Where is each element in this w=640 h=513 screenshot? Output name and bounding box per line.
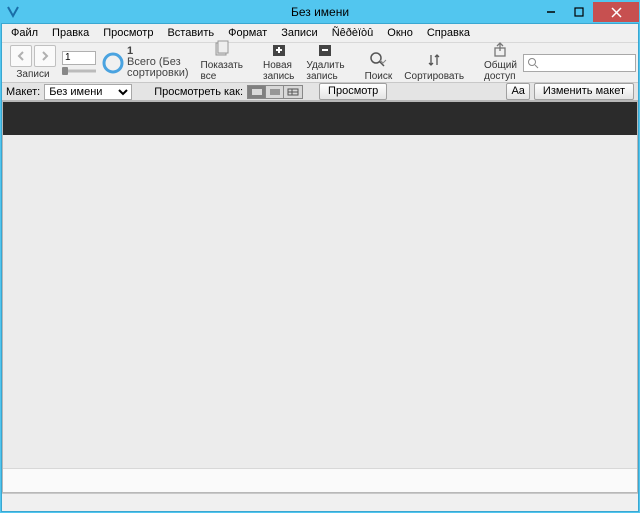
sort-icon	[425, 51, 443, 69]
view-form-button[interactable]	[248, 86, 266, 98]
menu-window[interactable]: Окно	[380, 25, 420, 41]
layout-bar: Макет: Без имени Просмотреть как: Просмо…	[2, 83, 638, 101]
prev-record-button[interactable]	[10, 45, 32, 67]
record-nav: Записи	[6, 45, 60, 80]
records-label: Записи	[16, 69, 49, 80]
show-all-button[interactable]: Показать все	[195, 44, 250, 82]
toolbar: Записи 1 Всего (Без сортировки) Показать…	[2, 43, 638, 83]
records-summary-text: 1 Всего (Без сортировки)	[124, 46, 189, 79]
status-bar	[2, 493, 638, 511]
view-table-button[interactable]	[284, 86, 302, 98]
share-label: Общий доступ	[484, 60, 517, 82]
sort-button[interactable]: Сортировать	[398, 44, 470, 82]
layout-footer-band	[3, 468, 637, 492]
search-box[interactable]	[523, 54, 636, 72]
record-index-group	[60, 51, 96, 75]
minus-icon	[316, 42, 334, 58]
layout-select[interactable]: Без имени	[44, 84, 132, 100]
find-button[interactable]: Поиск	[359, 44, 399, 82]
new-record-label: Новая запись	[263, 60, 294, 82]
menu-scripts[interactable]: Ñêðèïòû	[325, 25, 381, 41]
share-icon	[491, 42, 509, 58]
sort-label: Сортировать	[404, 71, 464, 82]
stack-icon	[213, 40, 231, 58]
layout-header-band	[3, 102, 637, 135]
layout-body	[3, 135, 637, 468]
record-slider[interactable]	[62, 67, 96, 75]
menu-edit[interactable]: Правка	[45, 25, 96, 41]
pie-icon	[102, 52, 124, 74]
title-bar: Без имени	[1, 1, 639, 23]
view-list-button[interactable]	[266, 86, 284, 98]
layout-label: Макет:	[6, 86, 40, 98]
preview-button[interactable]: Просмотр	[319, 83, 387, 100]
menu-file[interactable]: Файл	[4, 25, 45, 41]
plus-icon	[270, 42, 288, 58]
records-summary: 1 Всего (Без сортировки)	[96, 46, 195, 79]
menu-bar: Файл Правка Просмотр Вставить Формат Зап…	[2, 24, 638, 43]
find-label: Поиск	[365, 71, 393, 82]
share-button[interactable]: Общий доступ	[478, 44, 523, 82]
edit-layout-button[interactable]: Изменить макет	[534, 83, 634, 100]
app-window: { "title": "Без имени", "menu": ["Файл",…	[0, 0, 640, 513]
aa-button[interactable]: Aa	[506, 83, 529, 100]
view-as-label: Просмотреть как:	[154, 86, 243, 98]
show-all-label: Показать все	[201, 60, 244, 82]
search-box-icon	[527, 57, 539, 69]
records-total-line2: сортировки)	[127, 68, 189, 79]
search-input[interactable]	[542, 57, 632, 69]
next-record-button[interactable]	[34, 45, 56, 67]
search-icon	[369, 51, 387, 69]
delete-record-label: Удалить запись	[306, 60, 344, 82]
window-client: Файл Правка Просмотр Вставить Формат Зап…	[1, 23, 639, 512]
delete-record-button[interactable]: Удалить запись	[300, 44, 350, 82]
content-area	[2, 101, 638, 493]
menu-records[interactable]: Записи	[274, 25, 325, 41]
menu-view[interactable]: Просмотр	[96, 25, 160, 41]
record-index-input[interactable]	[62, 51, 96, 65]
view-mode-toggles	[247, 85, 303, 99]
menu-help[interactable]: Справка	[420, 25, 477, 41]
window-title: Без имени	[1, 5, 639, 19]
new-record-button[interactable]: Новая запись	[257, 44, 300, 82]
